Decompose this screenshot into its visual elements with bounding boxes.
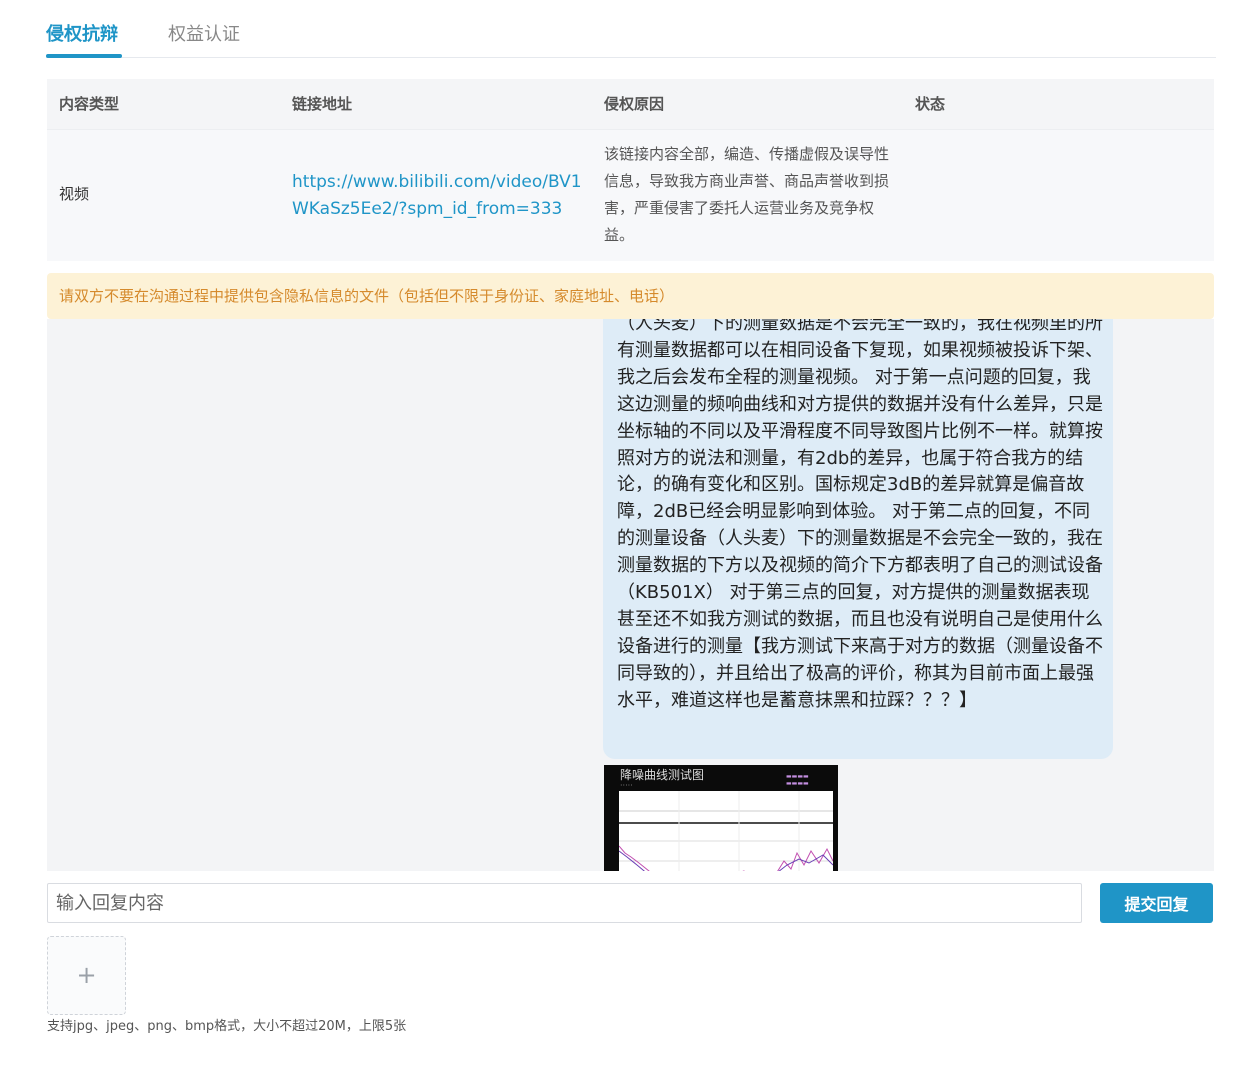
message-bubble: （人头麦）下的测量数据是不会完全一致的，我在视频里的所有测量数据都可以在相同设备… xyxy=(603,319,1113,759)
attachment-subtitle-mark: ····· xyxy=(620,781,633,790)
message-text: （人头麦）下的测量数据是不会完全一致的，我在视频里的所有测量数据都可以在相同设备… xyxy=(617,319,1103,711)
chat-area[interactable]: （人头麦）下的测量数据是不会完全一致的，我在视频里的所有测量数据都可以在相同设备… xyxy=(47,319,1214,871)
header-infringement-reason: 侵权原因 xyxy=(604,95,665,113)
privacy-notice: 请双方不要在沟通过程中提供包含隐私信息的文件（包括但不限于身份证、家庭地址、电话… xyxy=(47,273,1214,319)
reply-input[interactable] xyxy=(47,883,1082,923)
plus-icon: + xyxy=(76,961,97,989)
attachment-image[interactable]: 降噪曲线测试图 ····· ▬▬▬▬ ▬▬▬▬ xyxy=(604,765,838,871)
image-upload-button[interactable]: + xyxy=(47,936,126,1015)
header-link-address: 链接地址 xyxy=(292,95,353,113)
cell-content-type: 视频 xyxy=(59,185,90,203)
submit-reply-button[interactable]: 提交回复 xyxy=(1100,883,1213,923)
upload-hint: 支持jpg、jpeg、png、bmp格式，大小不超过20M，上限5张 xyxy=(47,1019,407,1034)
tab-rights-certification[interactable]: 权益认证 xyxy=(168,22,240,48)
complaint-table: 内容类型 链接地址 侵权原因 状态 视频 https://www.bilibil… xyxy=(47,79,1214,261)
active-tab-indicator xyxy=(46,54,122,58)
attachment-legend-mark: ▬▬▬▬ ▬▬▬▬ xyxy=(786,773,809,787)
table-header: 内容类型 链接地址 侵权原因 状态 xyxy=(47,79,1214,129)
attachment-plot xyxy=(619,791,833,871)
tab-infringement-defense[interactable]: 侵权抗辩 xyxy=(46,22,118,48)
cell-reason: 该链接内容全部，编造、传播虚假及误导性信息，导致我方商业声誉、商品声誉收到损害，… xyxy=(604,145,890,244)
header-status: 状态 xyxy=(915,95,946,113)
header-content-type: 内容类型 xyxy=(59,95,120,113)
cell-link[interactable]: https://www.bilibili.com/video/BV1WKaSz5… xyxy=(292,169,582,223)
tab-bar: 侵权抗辩 权益认证 xyxy=(46,0,1216,58)
table-row: 视频 https://www.bilibili.com/video/BV1WKa… xyxy=(47,129,1214,261)
